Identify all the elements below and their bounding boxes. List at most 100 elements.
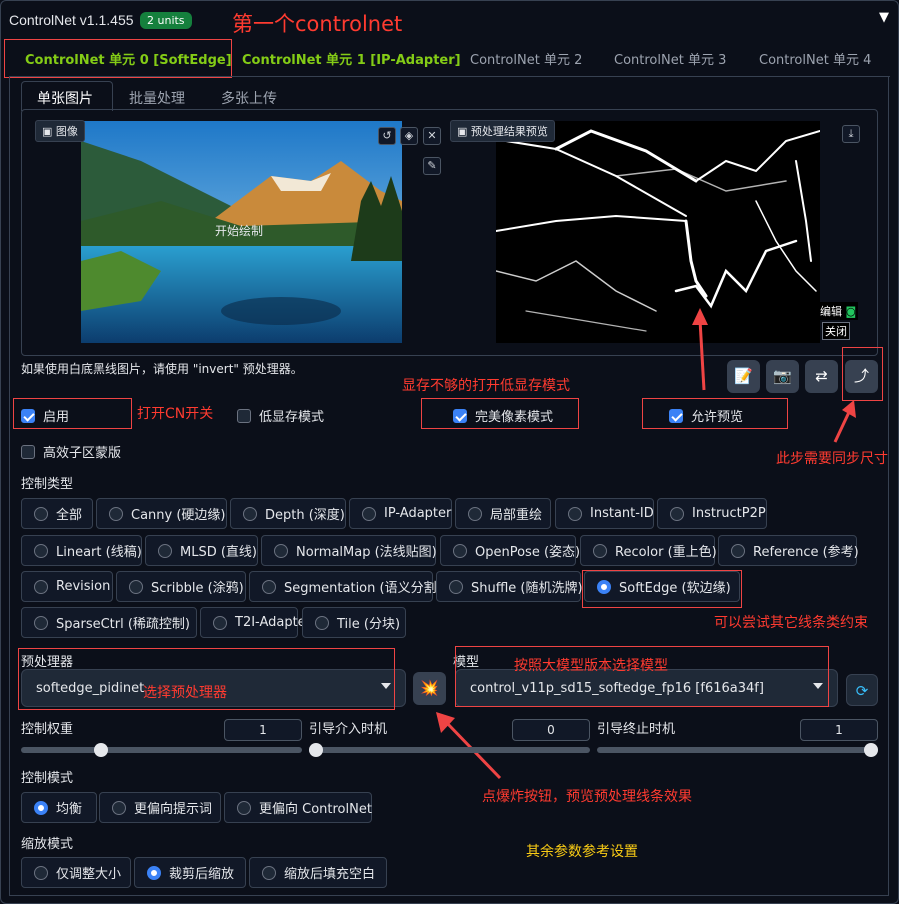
radio-dot-icon: [237, 800, 251, 815]
weight-label: 控制权重: [21, 722, 74, 737]
radio-label: Tile (分块): [337, 617, 401, 632]
radio-option[interactable]: Reference (参考): [718, 535, 859, 566]
radio-dot-icon: [315, 615, 329, 630]
radio-label: MLSD (直线): [180, 545, 257, 560]
check-icon: [453, 408, 467, 423]
annotation-rest: 其余参数参考设置: [526, 844, 638, 860]
radio-option[interactable]: 仅调整大小: [21, 857, 131, 888]
highlight-softedge: [582, 570, 742, 608]
radio-option[interactable]: Revision: [21, 571, 113, 602]
allow-preview-checkbox[interactable]: 允许预览: [669, 406, 743, 425]
radio-dot-icon: [243, 506, 257, 521]
radio-dot-icon: [34, 579, 48, 594]
radio-option[interactable]: Instant-ID: [555, 498, 654, 529]
radio-label: IP-Adapter: [384, 506, 452, 521]
radio-label: NormalMap (法线贴图): [296, 545, 437, 560]
radio-label: Shuffle (随机洗牌): [471, 581, 583, 596]
control-type-label: 控制类型: [21, 477, 74, 492]
radio-label: T2I-Adapter: [235, 615, 312, 630]
radio-option[interactable]: 均衡: [21, 792, 97, 823]
refresh-models-button[interactable]: ⟳: [846, 674, 878, 706]
annotation-boom: 点爆炸按钮，预览预处理线条效果: [482, 789, 692, 805]
radio-option[interactable]: 更偏向 ControlNet: [224, 792, 372, 823]
slider-handle[interactable]: [864, 743, 878, 757]
radio-option[interactable]: NormalMap (法线贴图): [261, 535, 437, 566]
radio-option[interactable]: IP-Adapter: [349, 498, 452, 529]
radio-dot-icon: [34, 506, 48, 521]
radio-option[interactable]: T2I-Adapter: [200, 607, 311, 638]
radio-label: Depth (深度): [265, 508, 345, 523]
radio-label: InstructP2P: [692, 506, 766, 521]
radio-option[interactable]: Depth (深度): [230, 498, 346, 529]
radio-label: Lineart (线稿): [56, 545, 142, 560]
explosion-icon: 💥: [420, 679, 439, 697]
radio-option[interactable]: MLSD (直线): [145, 535, 258, 566]
check-icon: [21, 408, 35, 423]
radio-dot-icon: [468, 506, 482, 521]
radio-option[interactable]: 局部重绘: [455, 498, 551, 529]
end-input[interactable]: 1: [800, 719, 878, 741]
radio-dot-icon: [112, 800, 126, 815]
radio-option[interactable]: Shuffle (随机洗牌): [436, 571, 583, 602]
radio-dot-icon: [568, 506, 582, 521]
radio-dot-icon: [34, 865, 48, 880]
annotation-select-pre: 选择预处理器: [143, 685, 227, 701]
radio-option[interactable]: Lineart (线稿): [21, 535, 142, 566]
radio-option[interactable]: Segmentation (语义分割): [249, 571, 442, 602]
annotation-enable-cn: 打开CN开关: [137, 406, 214, 422]
radio-label: Scribble (涂鸦): [151, 581, 244, 596]
radio-dot-icon: [147, 865, 161, 880]
radio-option[interactable]: 全部: [21, 498, 93, 529]
weight-input[interactable]: 1: [224, 719, 302, 741]
radio-dot-icon: [362, 506, 376, 521]
enable-checkbox[interactable]: 启用: [21, 406, 69, 425]
refresh-icon: ⟳: [855, 682, 869, 700]
annotation-try-other: 可以尝试其它线条类约束: [714, 615, 868, 631]
radio-dot-icon: [34, 800, 48, 815]
radio-dot-icon: [213, 615, 227, 630]
low-vram-checkbox[interactable]: 低显存模式: [237, 406, 324, 425]
radio-label: Revision: [56, 579, 111, 594]
radio-label: Segmentation (语义分割): [284, 581, 442, 596]
radio-dot-icon: [670, 506, 684, 521]
radio-dot-icon: [129, 579, 143, 594]
radio-label: 均衡: [56, 802, 83, 817]
radio-label: 更偏向 ControlNet: [259, 802, 372, 817]
check-icon: [237, 408, 251, 423]
start-slider[interactable]: [309, 743, 590, 757]
check-icon: [669, 408, 683, 423]
end-slider[interactable]: [597, 743, 878, 757]
slider-handle[interactable]: [309, 743, 323, 757]
run-preprocessor-button[interactable]: 💥: [413, 672, 446, 705]
radio-label: Reference (参考): [753, 545, 859, 560]
radio-option[interactable]: InstructP2P: [657, 498, 767, 529]
annotation-arrows: [436, 308, 856, 780]
weight-slider[interactable]: [21, 743, 302, 757]
radio-option[interactable]: OpenPose (姿态): [440, 535, 580, 566]
resize-mode-label: 缩放模式: [21, 837, 74, 852]
radio-dot-icon: [34, 615, 48, 630]
start-input[interactable]: 0: [512, 719, 590, 741]
radio-option[interactable]: Tile (分块): [302, 607, 406, 638]
control-mode-label: 控制模式: [21, 771, 74, 786]
radio-dot-icon: [274, 543, 288, 558]
radio-option[interactable]: SparseCtrl (稀疏控制): [21, 607, 197, 638]
pixel-perfect-checkbox[interactable]: 完美像素模式: [453, 406, 553, 425]
radio-option[interactable]: Recolor (重上色): [580, 535, 717, 566]
annotation-select-model: 按照大模型版本选择模型: [514, 658, 668, 674]
radio-label: Recolor (重上色): [615, 545, 717, 560]
radio-label: Canny (硬边缘): [131, 508, 226, 523]
radio-dot-icon: [731, 543, 745, 558]
radio-dot-icon: [453, 543, 467, 558]
radio-option[interactable]: 更偏向提示词: [99, 792, 221, 823]
radio-option[interactable]: Canny (硬边缘): [96, 498, 227, 529]
radio-option[interactable]: 裁剪后缩放: [134, 857, 246, 888]
radio-dot-icon: [262, 865, 276, 880]
radio-label: SparseCtrl (稀疏控制): [56, 617, 190, 632]
efficient-mask-checkbox[interactable]: 高效子区蒙版: [21, 442, 121, 461]
radio-label: 全部: [56, 508, 83, 523]
radio-label: Instant-ID: [590, 506, 654, 521]
radio-option[interactable]: Scribble (涂鸦): [116, 571, 246, 602]
radio-option[interactable]: 缩放后填充空白: [249, 857, 387, 888]
end-label: 引导终止时机: [597, 722, 676, 737]
